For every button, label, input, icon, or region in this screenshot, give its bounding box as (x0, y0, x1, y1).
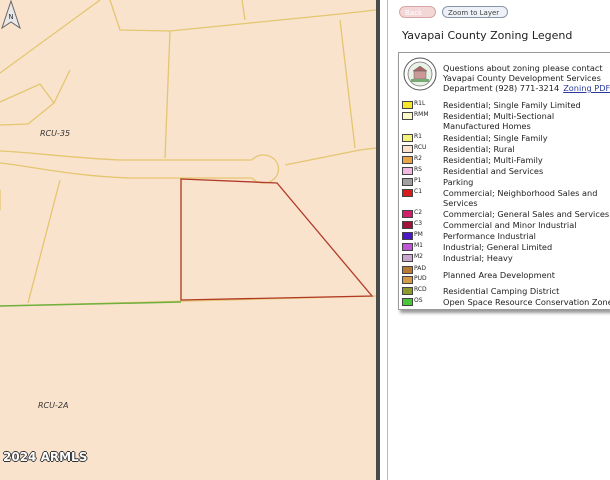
zoning-map[interactable]: RCU-35 RCU-2A 2024 ARMLS N (0, 0, 376, 480)
zoom-to-layer-button[interactable]: Zoom to Layer (442, 6, 508, 18)
legend-code: C3 (414, 220, 423, 227)
legend-description: Planned Area Development (443, 270, 556, 280)
legend-swatch (402, 167, 413, 175)
legend-swatch (402, 287, 413, 295)
legend-description: Residential; Rural (443, 144, 515, 154)
legend-box: Questions about zoning please contact Ya… (398, 52, 610, 310)
legend-code: R1 (414, 133, 422, 140)
legend-swatch (402, 189, 413, 197)
legend-description: Residential Camping District (443, 286, 560, 296)
legend-description: Residential and Services (443, 166, 544, 176)
legend-swatch (402, 210, 413, 218)
legend-description: Residential; Single Family Limited (443, 100, 581, 110)
panel-divider[interactable] (376, 0, 388, 480)
north-arrow-icon: N (1, 0, 21, 30)
legend-code: P1 (414, 177, 422, 184)
legend-swatch (402, 266, 413, 274)
legend-panel: Back Zoom to Layer Yavapai County Zoning… (389, 0, 610, 480)
legend-description: Residential; Multi-Sectional Manufacture… (443, 111, 555, 131)
legend-description: Commercial; Neighborhood Sales and Servi… (443, 188, 598, 208)
zoning-pdf-link[interactable]: Zoning PDF (563, 83, 610, 93)
legend-code: PM (414, 231, 423, 238)
legend-swatch (402, 298, 413, 306)
copyright-text: 2024 ARMLS (3, 450, 88, 464)
legend-code: RMM (414, 111, 429, 118)
legend-description: Industrial; General Limited (443, 242, 553, 252)
legend-swatch (402, 254, 413, 262)
legend-swatch (402, 156, 413, 164)
legend-code: RS (414, 166, 422, 173)
county-seal-icon (403, 57, 437, 91)
legend-description: Residential; Multi-Family (443, 155, 543, 165)
legend-swatch (402, 112, 413, 120)
legend-description: Commercial; General Sales and Services (443, 209, 610, 219)
legend-swatch (402, 232, 413, 240)
legend-description: Industrial; Heavy (443, 253, 513, 263)
legend-code: R2 (414, 155, 422, 162)
legend-swatch (402, 243, 413, 251)
legend-title: Yavapai County Zoning Legend (402, 29, 573, 42)
legend-code: RCU (414, 144, 427, 151)
back-button[interactable]: Back (399, 6, 436, 18)
contact-info: Questions about zoning please contact Ya… (443, 63, 610, 93)
north-label: N (8, 13, 13, 21)
legend-description: Commercial and Minor Industrial (443, 220, 577, 230)
legend-swatch (402, 134, 413, 142)
legend-description: Parking (443, 177, 474, 187)
legend-description: Performance Industrial (443, 231, 536, 241)
legend-swatch (402, 276, 413, 284)
legend-swatch (402, 221, 413, 229)
legend-swatch (402, 178, 413, 186)
legend-code: M2 (414, 253, 423, 260)
legend-description: Residential; Single Family (443, 133, 548, 143)
legend-swatch (402, 145, 413, 153)
legend-code: PUD (414, 275, 427, 282)
legend-swatch (402, 101, 413, 109)
zone-label-rcu35: RCU-35 (40, 129, 71, 138)
legend-code: RCD (414, 286, 427, 293)
legend-code: C2 (414, 209, 423, 216)
legend-code: PAD (414, 265, 426, 272)
legend-description: Open Space Resource Conservation Zone (443, 297, 610, 307)
legend-code: OS (414, 297, 423, 304)
legend-code: M1 (414, 242, 423, 249)
legend-code: C1 (414, 188, 423, 195)
legend-code: R1L (414, 100, 426, 107)
zone-label-rcu2a: RCU-2A (38, 401, 69, 410)
